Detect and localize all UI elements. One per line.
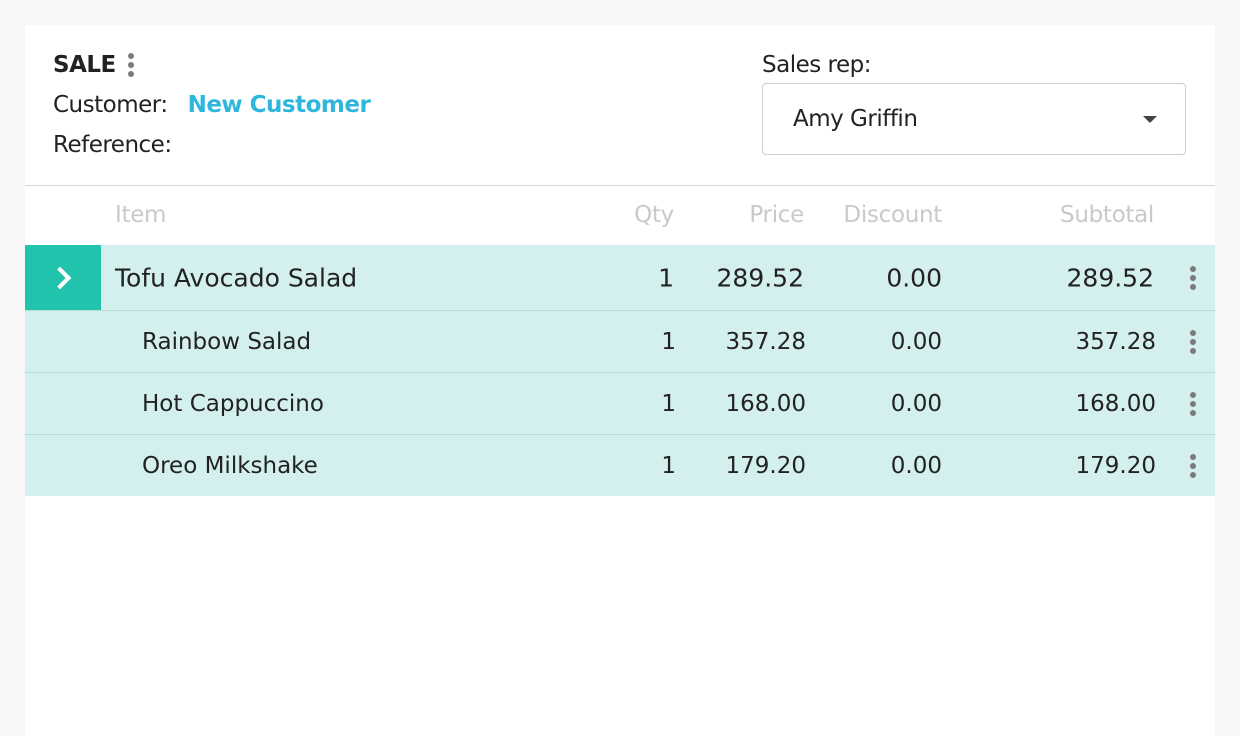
row-more-icon[interactable] [1187, 265, 1199, 290]
row-item: Oreo Milkshake [142, 452, 318, 479]
row-qty[interactable]: 1 [661, 391, 676, 417]
column-header-discount: Discount [843, 202, 942, 228]
row-qty[interactable]: 1 [661, 329, 676, 355]
column-header-qty: Qty [634, 202, 674, 228]
table-header: Item Qty Price Discount Subtotal [25, 186, 1215, 245]
row-subtotal: 179.20 [1075, 452, 1156, 479]
column-header-subtotal: Subtotal [1060, 202, 1154, 228]
customer-label: Customer: [53, 92, 168, 118]
row-subtotal: 357.28 [1075, 328, 1156, 355]
row-discount[interactable]: 0.00 [891, 391, 942, 417]
expand-row-button[interactable] [25, 245, 101, 310]
row-subtotal: 168.00 [1075, 390, 1156, 417]
sale-header: SALE Customer: New Customer Reference: S… [25, 25, 1215, 186]
sale-title-label: SALE [53, 52, 116, 78]
sale-title: SALE [53, 52, 137, 78]
row-more-icon[interactable] [1187, 453, 1199, 478]
row-discount[interactable]: 0.00 [891, 453, 942, 479]
row-qty[interactable]: 1 [661, 453, 676, 479]
row-item: Rainbow Salad [142, 328, 312, 355]
customer-row: Customer: New Customer [53, 92, 371, 118]
salesrep-value: Amy Griffin [793, 106, 918, 132]
row-discount[interactable]: 0.00 [891, 329, 942, 355]
salesrep-label: Sales rep: [762, 52, 871, 78]
row-discount[interactable]: 0.00 [886, 263, 942, 292]
column-header-item: Item [115, 202, 167, 228]
table-row[interactable]: Hot Cappuccino 1 168.00 0.00 168.00 [25, 373, 1215, 435]
table-row[interactable]: Tofu Avocado Salad 1 289.52 0.00 289.52 [25, 245, 1215, 311]
reference-row: Reference: [53, 132, 172, 158]
row-more-icon[interactable] [1187, 391, 1199, 416]
sale-panel: SALE Customer: New Customer Reference: S… [25, 25, 1215, 736]
row-item: Tofu Avocado Salad [115, 263, 358, 292]
table-row[interactable]: Rainbow Salad 1 357.28 0.00 357.28 [25, 311, 1215, 373]
row-subtotal: 289.52 [1066, 263, 1154, 292]
sale-more-icon[interactable] [125, 53, 137, 77]
row-price[interactable]: 168.00 [726, 391, 806, 417]
caret-down-icon [1143, 116, 1157, 123]
row-item: Hot Cappuccino [142, 390, 324, 417]
row-more-icon[interactable] [1187, 329, 1199, 354]
row-price[interactable]: 357.28 [726, 329, 806, 355]
column-header-price: Price [749, 202, 804, 228]
customer-link[interactable]: New Customer [188, 92, 371, 118]
reference-label: Reference: [53, 132, 172, 158]
salesrep-select[interactable]: Amy Griffin [762, 83, 1186, 155]
row-price[interactable]: 179.20 [726, 453, 806, 479]
chevron-right-icon [48, 266, 72, 289]
row-qty[interactable]: 1 [658, 263, 674, 292]
table-row[interactable]: Oreo Milkshake 1 179.20 0.00 179.20 [25, 435, 1215, 496]
row-price[interactable]: 289.52 [717, 263, 804, 292]
